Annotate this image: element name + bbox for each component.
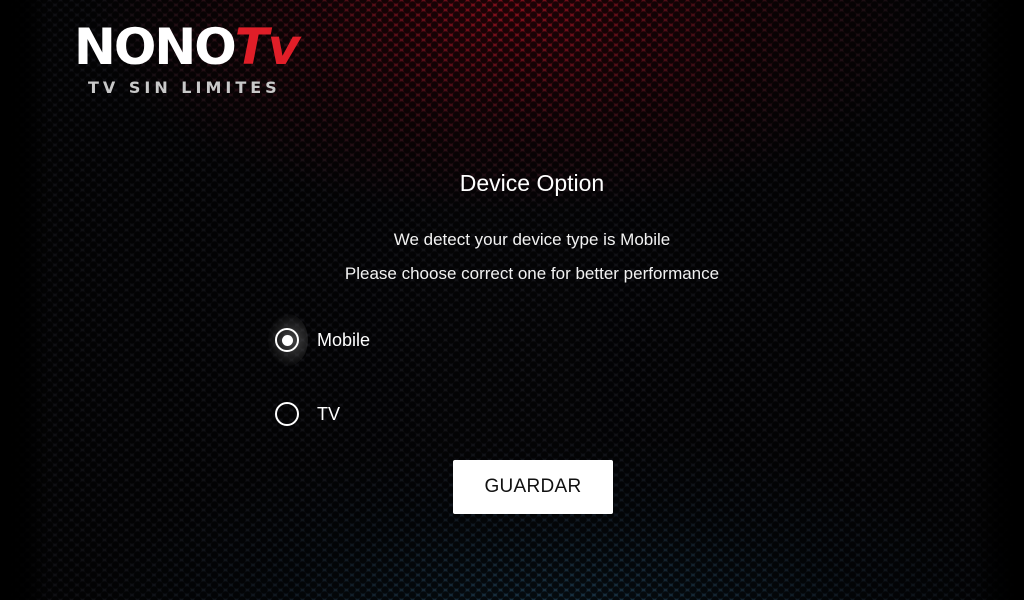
radio-focus-highlight	[268, 314, 308, 366]
device-option-label: Mobile	[317, 329, 371, 350]
logo-tagline: TV SIN LIMITES	[88, 78, 281, 97]
detection-message: We detect your device type is Mobile	[393, 230, 671, 249]
device-option-label: TV	[317, 403, 341, 424]
logo-name-accent: Tv	[234, 18, 301, 76]
right-vignette	[978, 0, 1024, 600]
app-logo: NONO Tv TV SIN LIMITES	[74, 18, 300, 97]
logo-name-main: NONO	[74, 18, 237, 76]
save-button[interactable]: GUARDAR	[453, 460, 613, 514]
instruction-message: Please choose correct one for better per…	[344, 264, 720, 283]
dialog-title: Device Option	[459, 170, 605, 196]
device-option-mobile[interactable]: Mobile	[268, 314, 371, 366]
radio-wrapper	[270, 394, 304, 434]
device-option-tv[interactable]: TV	[270, 394, 340, 434]
radio-unselected-icon[interactable]	[275, 402, 299, 426]
radio-dot	[281, 334, 293, 346]
left-vignette	[0, 0, 46, 600]
radio-selected-icon[interactable]	[275, 328, 299, 352]
logo-wordmark: NONO Tv	[74, 18, 300, 76]
